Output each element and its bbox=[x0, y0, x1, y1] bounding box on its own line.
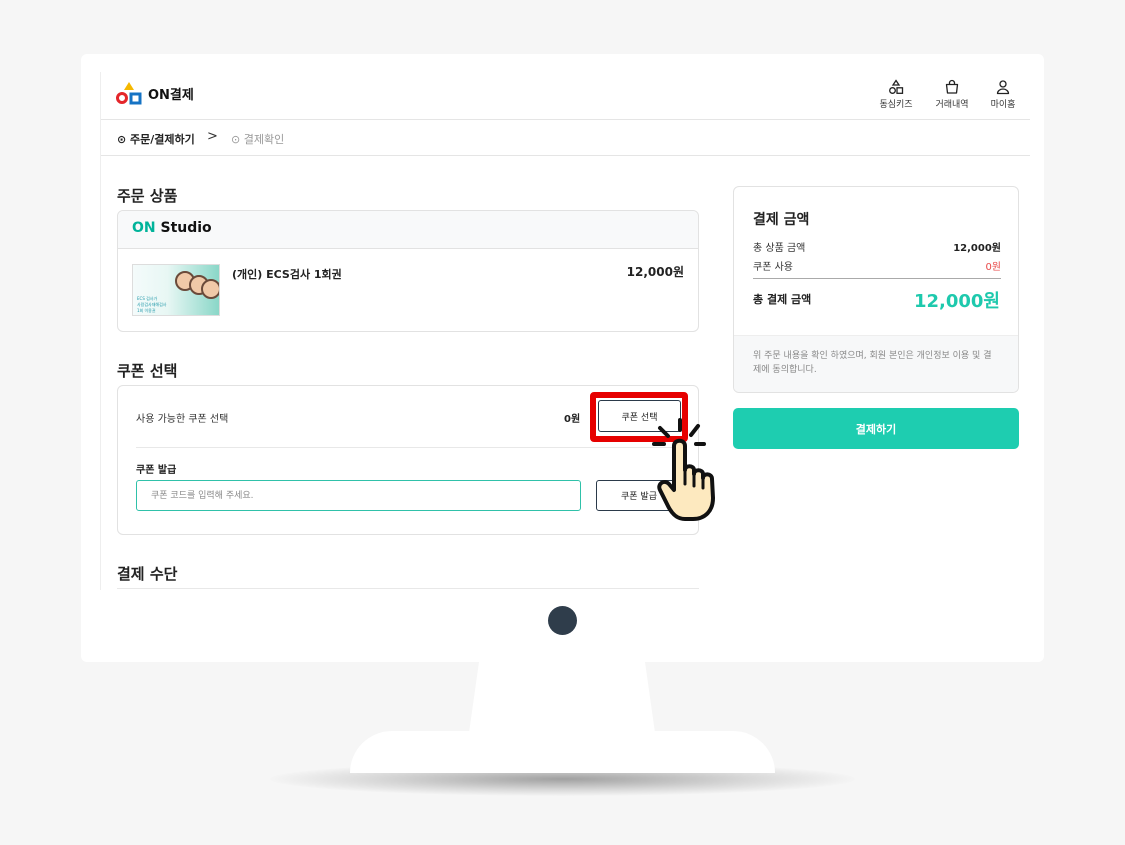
nav-item-myhome[interactable]: 마이홈 bbox=[978, 79, 1028, 110]
divider bbox=[136, 447, 682, 448]
thumb-text: 1회 이용권 bbox=[137, 308, 156, 313]
screen: ON결제 동심키즈 거래내역 마이홈 ⊙ 주문/결제하기 > ⊙ 결제확인 주문… bbox=[100, 72, 1030, 590]
on-logo-icon bbox=[116, 82, 142, 105]
total-label: 총 결제 금액 bbox=[753, 293, 812, 306]
coupon-issue-label: 쿠폰 발급 bbox=[136, 465, 177, 476]
nav-label: 거래내역 bbox=[935, 100, 969, 110]
chevron-right-icon: > bbox=[207, 129, 218, 144]
summary-row-label: 쿠폰 사용 bbox=[753, 262, 793, 273]
kid-figure bbox=[201, 279, 219, 299]
order-product-card: ON Studio ECS 검사가 사람검사재해검사 1회 이용권 (개인) E… bbox=[117, 210, 699, 332]
summary-row-value: 12,000원 bbox=[953, 243, 1001, 254]
monitor-base bbox=[350, 731, 775, 773]
divider bbox=[117, 588, 699, 589]
header: ON결제 동심키즈 거래내역 마이홈 bbox=[101, 72, 1030, 120]
coupon-section-title: 쿠폰 선택 bbox=[117, 362, 178, 380]
nav-label: 동심키즈 bbox=[879, 100, 913, 110]
summary-row-value: 0원 bbox=[985, 262, 1001, 273]
nav-label: 마이홈 bbox=[990, 100, 1016, 110]
product-name: (개인) ECS검사 1회권 bbox=[232, 268, 342, 281]
pointing-hand-icon bbox=[652, 418, 715, 521]
pay-button[interactable]: 결제하기 bbox=[733, 408, 1019, 449]
breadcrumb-step-order: ⊙ 주문/결제하기 bbox=[117, 133, 195, 146]
coupon-code-input[interactable] bbox=[136, 480, 581, 511]
summary-title: 결제 금액 bbox=[753, 212, 810, 228]
summary-row-label: 총 상품 금액 bbox=[753, 243, 806, 254]
nav-item-transactions[interactable]: 거래내역 bbox=[927, 79, 977, 110]
product-thumbnail: ECS 검사가 사람검사재해검사 1회 이용권 bbox=[132, 264, 220, 316]
total-value: 12,000원 bbox=[913, 291, 1000, 312]
order-section-title: 주문 상품 bbox=[117, 187, 178, 205]
monitor-camera-dot bbox=[548, 606, 577, 635]
coupon-amount: 0원 bbox=[564, 414, 581, 425]
store-header: ON Studio bbox=[118, 211, 698, 249]
summary-divider bbox=[753, 278, 1001, 279]
nav-item-kids[interactable]: 동심키즈 bbox=[871, 79, 921, 110]
coupon-available-label: 사용 가능한 쿠폰 선택 bbox=[136, 414, 229, 425]
agreement-notice: 위 주문 내용을 확인 하였으며, 회원 본인은 개인정보 이용 및 결제에 동… bbox=[734, 335, 1018, 392]
payment-method-title: 결제 수단 bbox=[117, 565, 178, 583]
shapes-icon bbox=[889, 79, 904, 94]
shopping-bag-icon bbox=[945, 79, 959, 94]
summary-row-coupon: 쿠폰 사용 0원 bbox=[753, 258, 1001, 273]
brand-name: ON결제 bbox=[148, 88, 194, 103]
payment-summary-card: 결제 금액 총 상품 금액 12,000원 쿠폰 사용 0원 총 결제 금액 1… bbox=[733, 186, 1019, 393]
summary-row-total-product: 총 상품 금액 12,000원 bbox=[753, 239, 1001, 254]
store-logo: ON Studio bbox=[132, 220, 212, 236]
thumb-text: ECS 검사가 bbox=[137, 296, 158, 301]
thumb-text: 사람검사재해검사 bbox=[137, 302, 167, 307]
breadcrumb-step-confirm: ⊙ 결제확인 bbox=[231, 133, 285, 146]
user-icon bbox=[996, 80, 1010, 95]
monitor-neck bbox=[468, 660, 656, 740]
product-price: 12,000원 bbox=[626, 265, 684, 279]
breadcrumb: ⊙ 주문/결제하기 > ⊙ 결제확인 bbox=[101, 120, 1030, 156]
